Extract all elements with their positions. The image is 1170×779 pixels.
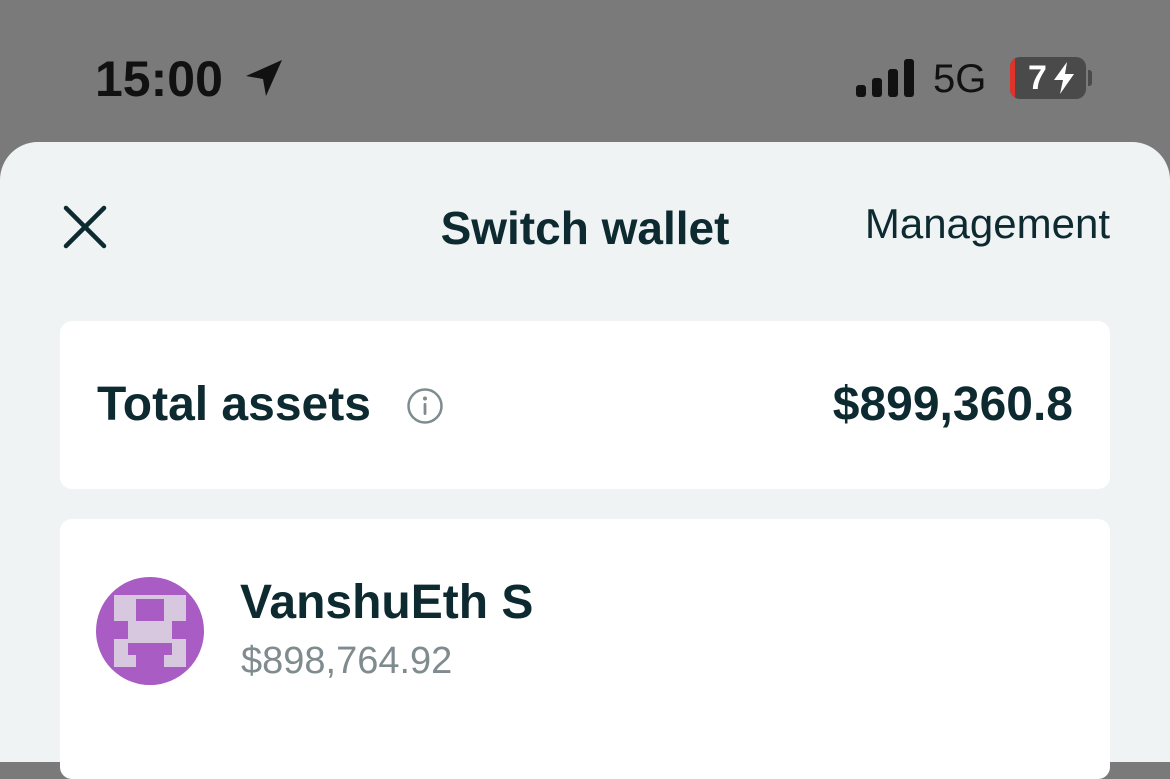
location-arrow-icon xyxy=(246,60,282,96)
cellular-signal-icon xyxy=(856,59,914,97)
wallet-list-item[interactable]: VanshuEth S $898,764.92 xyxy=(60,519,1110,779)
total-assets-label: Total assets xyxy=(97,378,371,431)
network-type: 5G xyxy=(933,57,987,101)
battery-percent: 7 xyxy=(1028,59,1047,97)
total-assets-value: $899,360.8 xyxy=(832,378,1073,431)
charging-bolt-icon xyxy=(1054,62,1074,94)
wallet-name: VanshuEth S xyxy=(240,576,534,629)
switch-wallet-sheet: Switch wallet Management Total assets $8… xyxy=(0,142,1170,779)
battery-level-fill xyxy=(1010,57,1015,99)
battery-cap xyxy=(1088,70,1092,86)
status-bar: 15:00 5G 7 xyxy=(0,0,1170,140)
info-icon[interactable] xyxy=(406,387,444,425)
status-time: 15:00 xyxy=(95,51,223,107)
battery-icon: 7 xyxy=(1010,57,1086,99)
management-button[interactable]: Management xyxy=(865,196,1110,252)
wallet-avatar xyxy=(96,577,204,685)
total-assets-card: Total assets $899,360.8 xyxy=(60,321,1110,489)
wallet-balance: $898,764.92 xyxy=(241,640,453,682)
